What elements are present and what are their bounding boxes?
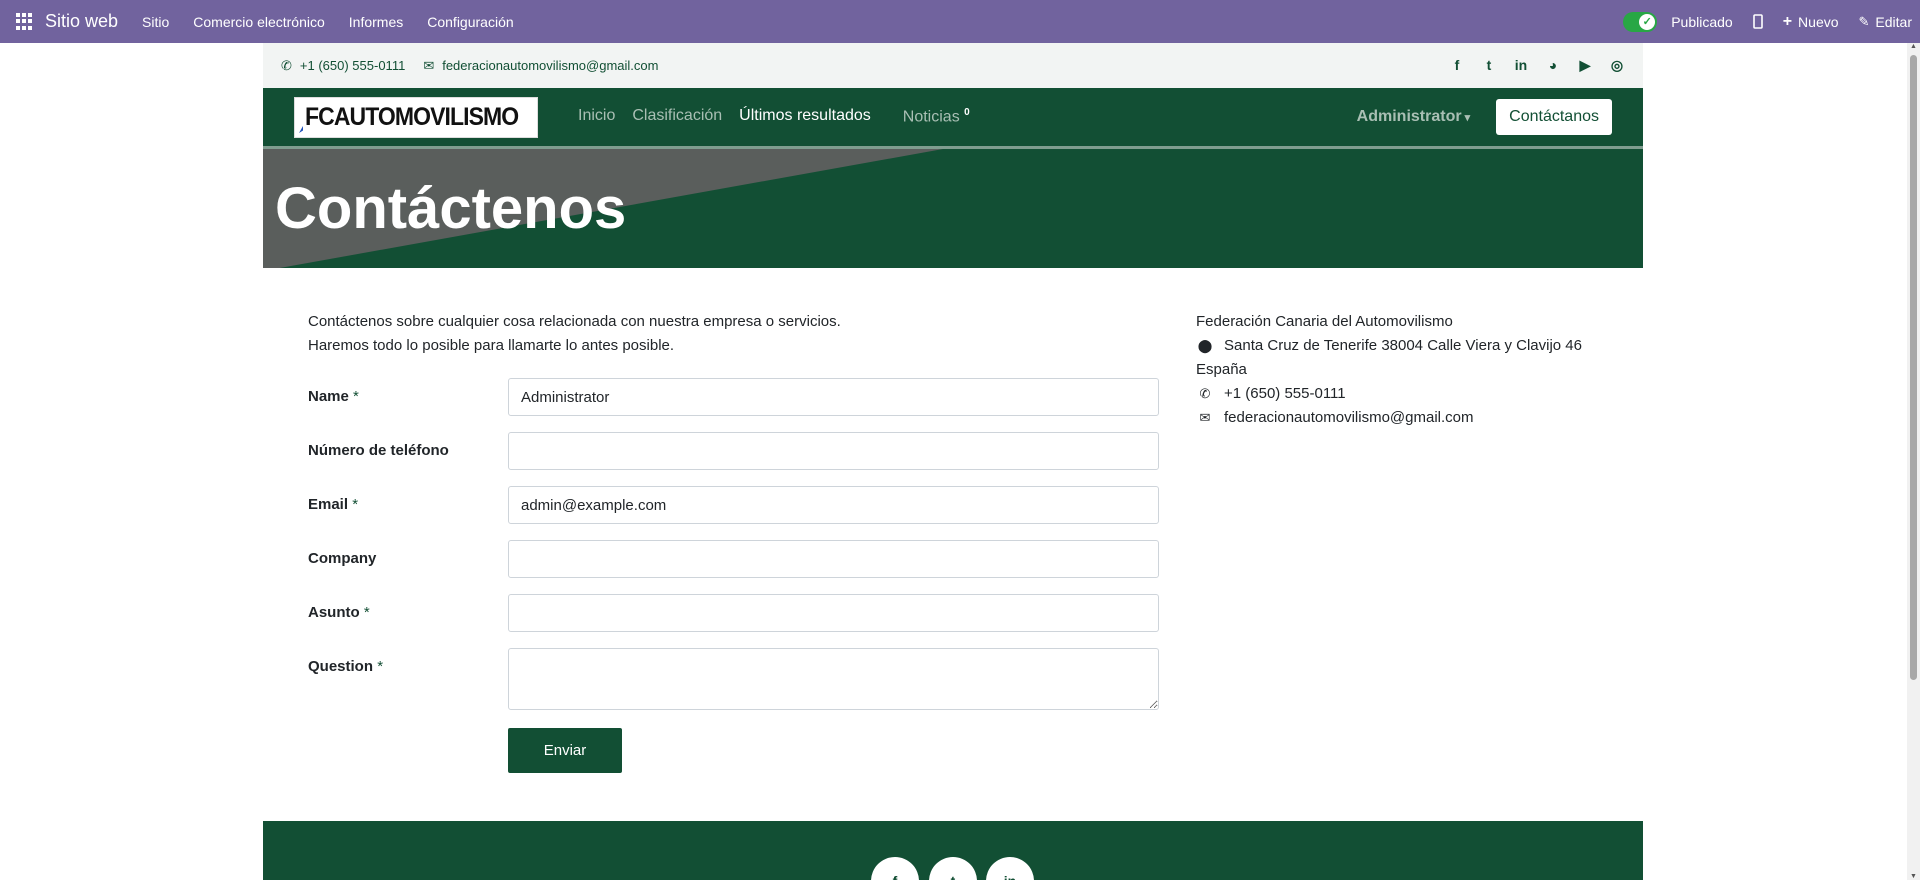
address-email[interactable]: federacionautomovilismo@gmail.com xyxy=(1224,406,1474,430)
site-logo[interactable]: FCAUTOMOVILISMO xyxy=(294,96,538,138)
page-banner: Contáctenos xyxy=(263,146,1643,268)
phone-row: Número de teléfono xyxy=(308,432,1159,486)
company-name: Federación Canaria del Automovilismo xyxy=(1196,313,1453,330)
question-row: Question * xyxy=(308,648,1159,710)
nav-noticias[interactable]: Noticias 0 xyxy=(903,107,970,126)
page-title: Contáctenos xyxy=(275,176,627,241)
envelope-icon: ✉ xyxy=(423,57,435,73)
plus-icon: + xyxy=(1782,12,1793,30)
published-toggle[interactable]: Publicado xyxy=(1623,11,1733,32)
email-label: Email * xyxy=(308,496,359,513)
nav-inicio[interactable]: Inicio xyxy=(578,107,615,126)
page-scrollbar[interactable]: ▲ ▼ xyxy=(1907,43,1920,880)
app-title[interactable]: Sitio web xyxy=(45,11,118,32)
email-field[interactable] xyxy=(508,486,1159,524)
intro-line-1: Contáctenos sobre cualquier cosa relacio… xyxy=(308,313,841,330)
menu-configuration[interactable]: Configuración xyxy=(427,14,513,30)
instagram-icon[interactable]: ◎ xyxy=(1609,57,1625,74)
company-label: Company xyxy=(308,550,377,567)
top-info-bar: ✆ +1 (650) 555-0111 ✉ federacionautomovi… xyxy=(263,43,1643,88)
contact-us-button[interactable]: Contáctanos xyxy=(1496,99,1612,135)
website-frame: ✆ +1 (650) 555-0111 ✉ federacionautomovi… xyxy=(263,43,1643,823)
published-label: Publicado xyxy=(1671,13,1733,30)
linkedin-icon[interactable]: in xyxy=(1513,57,1529,74)
address-country: España xyxy=(1196,361,1247,378)
youtube-icon[interactable]: ▶ xyxy=(1577,57,1593,74)
pencil-icon: ✎ xyxy=(1858,13,1870,29)
envelope-icon: ✉ xyxy=(1199,410,1211,425)
subject-row: Asunto * xyxy=(308,594,1159,648)
intro-text: Contáctenos sobre cualquier cosa relacio… xyxy=(308,310,841,358)
subject-label: Asunto * xyxy=(308,604,370,621)
phone-field[interactable] xyxy=(508,432,1159,470)
company-address: Federación Canaria del Automovilismo ⬤ Sa… xyxy=(1196,310,1582,430)
scroll-up-icon[interactable]: ▲ xyxy=(1909,43,1918,50)
facebook-icon[interactable]: f xyxy=(1449,57,1465,74)
email-row: Email * xyxy=(308,486,1159,540)
company-row: Company xyxy=(308,540,1159,594)
intro-line-2: Haremos todo lo posible para llamarte lo… xyxy=(308,337,675,354)
phone-label: Número de teléfono xyxy=(308,442,449,459)
new-label: Nuevo xyxy=(1798,13,1839,30)
footer-linkedin-icon[interactable]: in xyxy=(986,857,1034,880)
map-marker-icon: ⬤ xyxy=(1197,338,1213,353)
question-label: Question * xyxy=(308,658,384,675)
nav-clasificacion[interactable]: Clasificación xyxy=(632,107,722,126)
nav-ultimos-resultados[interactable]: Últimos resultados xyxy=(739,107,871,126)
edit-button[interactable]: ✎ Editar xyxy=(1859,14,1912,30)
subject-field[interactable] xyxy=(508,594,1159,632)
name-row: Name * xyxy=(308,378,1159,432)
apps-menu-icon[interactable] xyxy=(16,12,34,31)
mobile-icon xyxy=(1752,14,1763,29)
news-badge: 0 xyxy=(964,107,970,119)
phone-icon: ✆ xyxy=(281,57,292,73)
top-email[interactable]: federacionautomovilismo@gmail.com xyxy=(442,58,658,73)
company-field[interactable] xyxy=(508,540,1159,578)
footer-twitter-icon[interactable]: t xyxy=(929,857,977,880)
logo-emblem-icon xyxy=(299,125,304,133)
menu-reports[interactable]: Informes xyxy=(349,14,403,30)
social-links: f t in ◕ ▶ ◎ xyxy=(1449,57,1643,74)
edit-label: Editar xyxy=(1875,13,1912,30)
phone-icon: ✆ xyxy=(1199,386,1211,401)
question-textarea[interactable] xyxy=(508,648,1159,710)
user-dropdown[interactable]: Administrator xyxy=(1357,108,1470,126)
address-street: Santa Cruz de Tenerife 38004 Calle Viera… xyxy=(1224,337,1582,354)
name-label: Name * xyxy=(308,388,359,405)
address-phone[interactable]: +1 (650) 555-0111 xyxy=(1224,382,1346,406)
contact-form: Name * Número de teléfono Email * Compan… xyxy=(308,378,1159,773)
scrollbar-thumb[interactable] xyxy=(1910,55,1917,680)
top-phone[interactable]: +1 (650) 555-0111 xyxy=(300,58,405,73)
main-navbar: FCAUTOMOVILISMO Inicio Clasificación Últ… xyxy=(263,88,1643,146)
name-field[interactable] xyxy=(508,378,1159,416)
contact-content: Contáctenos sobre cualquier cosa relacio… xyxy=(263,268,1643,823)
mobile-preview-button[interactable] xyxy=(1752,14,1763,29)
toggle-switch[interactable] xyxy=(1623,11,1658,32)
new-button[interactable]: + Nuevo xyxy=(1783,13,1839,31)
twitter-icon[interactable]: t xyxy=(1481,57,1497,74)
menu-ecommerce[interactable]: Comercio electrónico xyxy=(193,14,325,30)
scroll-down-icon[interactable]: ▼ xyxy=(1909,873,1918,880)
admin-bar: Sitio web Sitio Comercio electrónico Inf… xyxy=(0,0,1920,43)
menu-sitio[interactable]: Sitio xyxy=(142,14,169,30)
footer-facebook-icon[interactable]: f xyxy=(871,857,919,880)
github-icon[interactable]: ◕ xyxy=(1545,57,1561,74)
nav-noticias-label: Noticias xyxy=(902,108,960,126)
footer: f t in xyxy=(263,821,1643,880)
submit-button[interactable]: Enviar xyxy=(508,728,622,773)
nav-links: Inicio Clasificación Últimos resultados … xyxy=(578,107,987,126)
logo-text: FCAUTOMOVILISMO xyxy=(305,102,519,131)
